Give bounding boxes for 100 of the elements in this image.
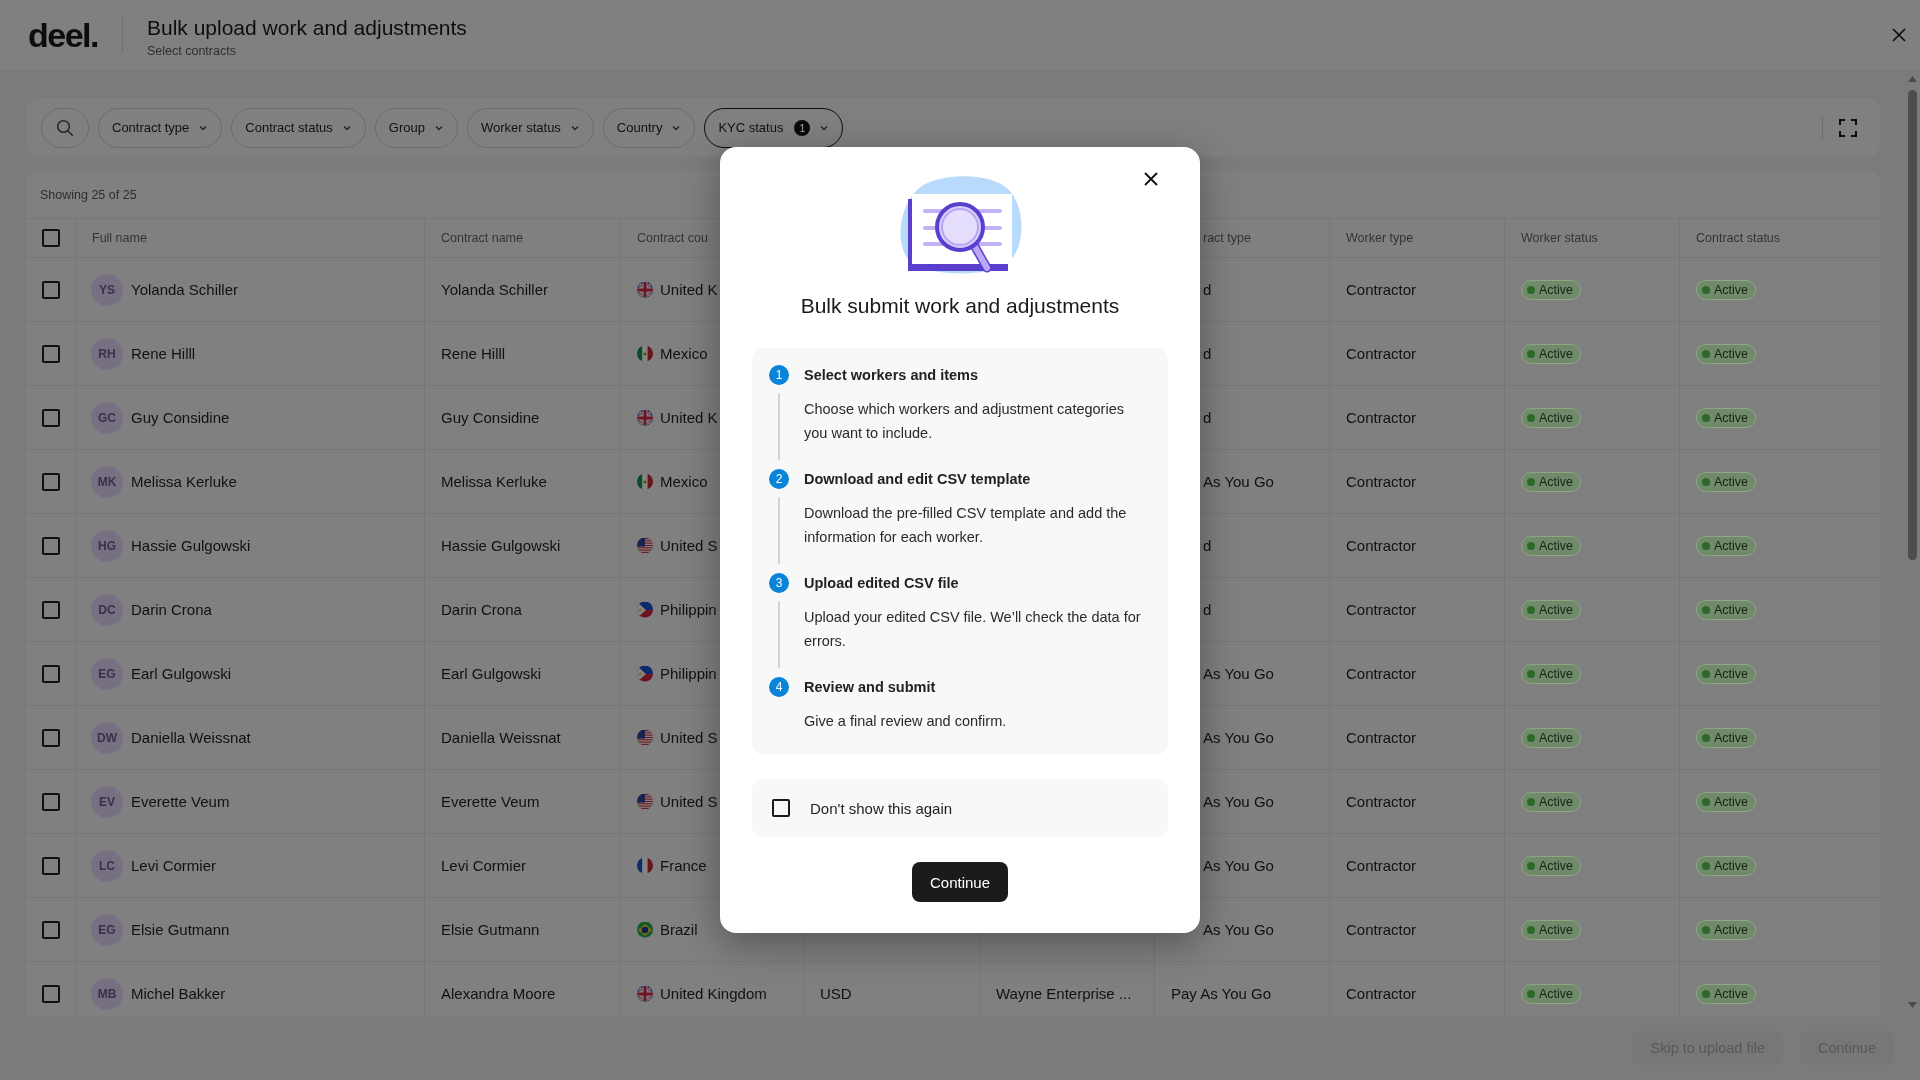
status-dot-icon bbox=[1702, 605, 1710, 614]
status-label: Active bbox=[1539, 794, 1574, 809]
contract-name: Yolanda Schiller bbox=[441, 281, 549, 298]
worker-type: Contractor bbox=[1346, 345, 1417, 362]
status-dot-icon bbox=[1702, 669, 1710, 678]
row-checkbox[interactable] bbox=[41, 792, 60, 811]
worker-type: Contractor bbox=[1346, 921, 1417, 938]
worker-type: Contractor bbox=[1346, 601, 1417, 618]
expand-icon[interactable] bbox=[1839, 118, 1857, 137]
step-connector-line bbox=[778, 497, 780, 564]
worker-type: Contractor bbox=[1346, 473, 1417, 490]
status-label: Active bbox=[1539, 474, 1574, 489]
column-header: Worker type bbox=[1346, 231, 1414, 245]
contract-type: As You Go bbox=[1203, 857, 1274, 874]
status-label: Active bbox=[1714, 858, 1749, 873]
status-label: Active bbox=[1539, 858, 1574, 873]
column-header: ract type bbox=[1203, 231, 1251, 245]
row-checkbox[interactable] bbox=[41, 664, 60, 683]
contract-type: As You Go bbox=[1203, 473, 1274, 490]
status-dot-icon bbox=[1702, 477, 1710, 486]
flag-icon bbox=[637, 473, 653, 490]
country-name: Philippin bbox=[660, 601, 717, 618]
row-checkbox[interactable] bbox=[41, 920, 60, 939]
flag-icon bbox=[637, 665, 653, 682]
full-name: Hassie Gulgowski bbox=[131, 537, 251, 554]
avatar: HG bbox=[91, 529, 123, 562]
row-checkbox[interactable] bbox=[41, 984, 60, 1003]
country-name: United S bbox=[660, 537, 718, 554]
status-label: Active bbox=[1539, 602, 1574, 617]
worker-type: Contractor bbox=[1346, 729, 1417, 746]
contract-type: As You Go bbox=[1203, 921, 1274, 938]
step-number: 4 bbox=[769, 677, 789, 697]
status-dot-icon bbox=[1527, 797, 1535, 806]
status-label: Active bbox=[1714, 666, 1749, 681]
status-label: Active bbox=[1714, 794, 1749, 809]
status-dot-icon bbox=[1527, 541, 1535, 550]
row-checkbox[interactable] bbox=[41, 472, 60, 491]
avatar: EV bbox=[91, 785, 123, 818]
status-dot-icon bbox=[1527, 669, 1535, 678]
country-name: United S bbox=[660, 729, 718, 746]
contract-type: d bbox=[1203, 409, 1212, 426]
contract-name: Earl Gulgowski bbox=[441, 665, 542, 682]
full-name: Darin Crona bbox=[131, 601, 212, 618]
page-subtitle: Select contracts bbox=[147, 43, 237, 60]
status-dot-icon bbox=[1702, 989, 1710, 998]
contract-type: As You Go bbox=[1203, 793, 1274, 810]
step-description: Choose which workers and adjustment categories you want to include. bbox=[804, 400, 1125, 443]
avatar: LC bbox=[91, 849, 123, 882]
avatar: MB bbox=[91, 977, 123, 1010]
full-name: Yolanda Schiller bbox=[131, 281, 239, 298]
row-checkbox[interactable] bbox=[41, 536, 60, 555]
worker-type: Contractor bbox=[1346, 857, 1417, 874]
select-all-checkbox[interactable] bbox=[41, 229, 60, 247]
contract-type: As You Go bbox=[1203, 665, 1274, 682]
step-title: Review and submit bbox=[804, 678, 937, 697]
step-description: Download the pre-filled CSV template and add the information for each worker. bbox=[804, 504, 1128, 547]
row-checkbox[interactable] bbox=[41, 408, 60, 427]
status-label: Active bbox=[1714, 474, 1749, 489]
worker-type: Contractor bbox=[1346, 985, 1417, 1002]
worker-type: Contractor bbox=[1346, 537, 1417, 554]
step-title: Select workers and items bbox=[804, 366, 980, 385]
search-icon bbox=[56, 118, 74, 137]
status-label: Active bbox=[1539, 666, 1574, 681]
flag-icon bbox=[637, 921, 653, 938]
contract-type: As You Go bbox=[1203, 729, 1274, 746]
row-checkbox[interactable] bbox=[41, 600, 60, 619]
country-name: Mexico bbox=[660, 345, 708, 362]
status-dot-icon bbox=[1527, 349, 1535, 358]
country-name: France bbox=[660, 857, 707, 874]
step-number: 3 bbox=[769, 573, 789, 593]
status-label: Active bbox=[1714, 602, 1749, 617]
flag-icon bbox=[637, 345, 653, 362]
row-checkbox[interactable] bbox=[41, 344, 60, 363]
status-dot-icon bbox=[1527, 413, 1535, 422]
country-name: United S bbox=[660, 793, 718, 810]
status-dot-icon bbox=[1702, 349, 1710, 358]
status-dot-icon bbox=[1702, 413, 1710, 422]
continue-button[interactable]: Continue bbox=[912, 862, 1008, 902]
close-icon[interactable] bbox=[1144, 172, 1158, 186]
avatar: DC bbox=[91, 593, 123, 626]
logo[interactable]: deel. bbox=[28, 16, 98, 54]
checkbox[interactable] bbox=[772, 799, 790, 817]
contract-name: Melissa Kerluke bbox=[441, 473, 547, 490]
flag-icon bbox=[637, 985, 653, 1002]
flag-icon bbox=[637, 281, 653, 298]
row-checkbox[interactable] bbox=[41, 728, 60, 747]
company-name: Wayne Enterprise ... bbox=[996, 985, 1132, 1002]
status-label: Active bbox=[1539, 282, 1574, 297]
step-number: 1 bbox=[769, 365, 789, 385]
status-dot-icon bbox=[1527, 925, 1535, 934]
avatar: RH bbox=[91, 337, 123, 370]
column-header: Full name bbox=[92, 231, 147, 245]
status-dot-icon bbox=[1702, 925, 1710, 934]
flag-icon bbox=[637, 857, 653, 874]
full-name: Michel Bakker bbox=[131, 985, 226, 1002]
status-label: Active bbox=[1539, 410, 1574, 425]
full-name: Melissa Kerluke bbox=[131, 473, 237, 490]
full-name: Guy Considine bbox=[131, 409, 230, 426]
row-checkbox[interactable] bbox=[41, 280, 60, 299]
row-checkbox[interactable] bbox=[41, 856, 60, 875]
